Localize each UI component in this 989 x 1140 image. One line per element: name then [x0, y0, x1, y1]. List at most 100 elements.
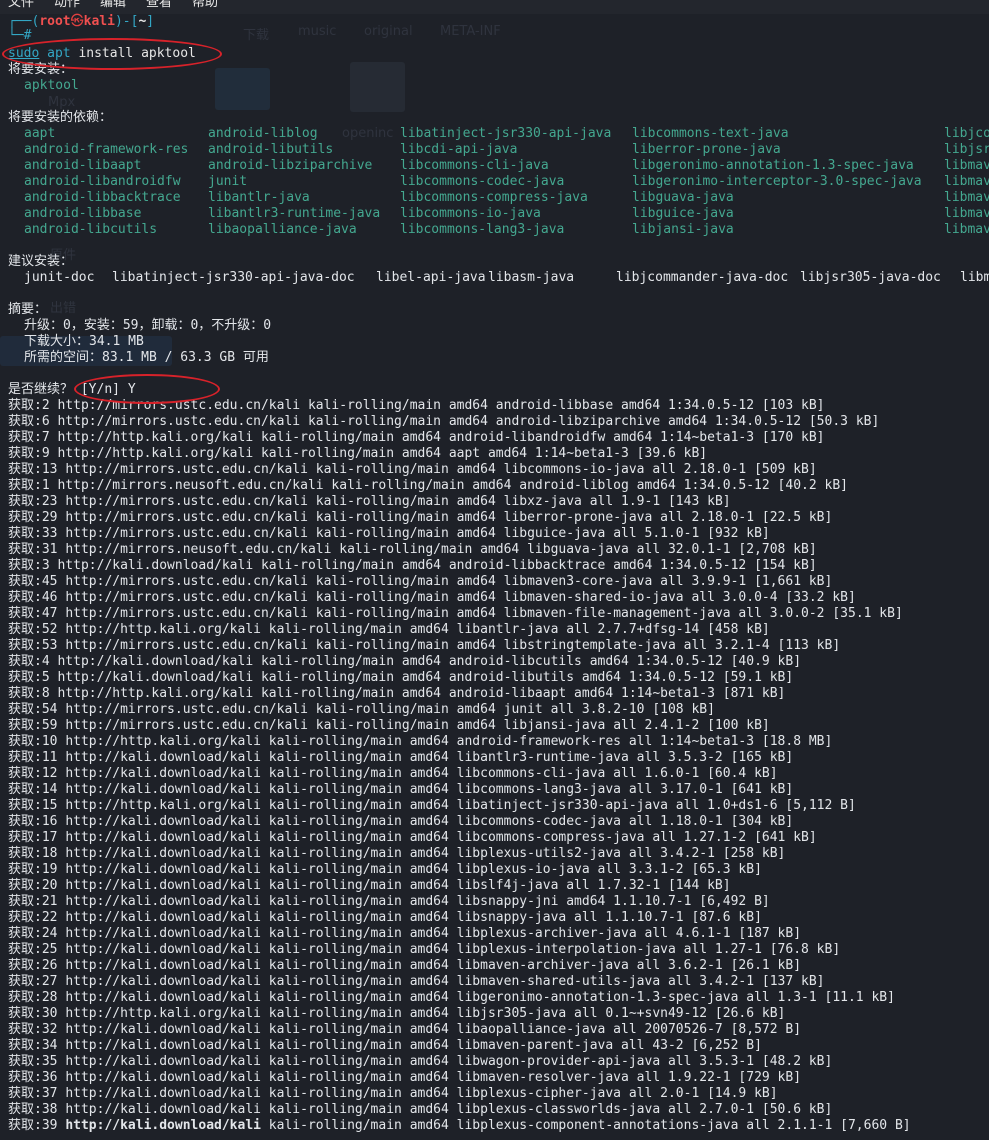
- fetch-url: http://mirrors.ustc.edu.cn/kali: [65, 606, 308, 621]
- fetch-index: 26: [41, 958, 58, 973]
- fetch-details: kali-rolling/main amd64 libjsr305-java a…: [260, 1006, 786, 1021]
- fetch-label: 获取:: [8, 942, 42, 957]
- fetch-line: 获取:11 http://kali.download/kali kali-rol…: [8, 750, 793, 766]
- fetch-details: kali-rolling/main amd64 libmaven-shared-…: [307, 590, 856, 605]
- fetch-url: http://kali.download/kali: [65, 1086, 261, 1101]
- fetch-label: 获取:: [8, 670, 42, 685]
- fetch-index: 23: [41, 494, 58, 509]
- dependency-package: libcommons-text-java: [632, 126, 789, 141]
- fetch-label: 获取:: [8, 1118, 42, 1133]
- fetch-url: http://mirrors.ustc.edu.cn/kali: [65, 526, 308, 541]
- fetch-index: 27: [41, 974, 58, 989]
- fetch-line: 获取:23 http://mirrors.ustc.edu.cn/kali ka…: [8, 494, 731, 510]
- fetch-label: 获取:: [8, 462, 42, 477]
- fetch-line: 获取:47 http://mirrors.ustc.edu.cn/kali ka…: [8, 606, 903, 622]
- fetch-label: 获取:: [8, 990, 42, 1005]
- fetch-label: 获取:: [8, 446, 42, 461]
- fetch-label: 获取:: [8, 686, 42, 701]
- fetch-label: 获取:: [8, 974, 42, 989]
- fetch-url: http://mirrors.ustc.edu.cn/kali: [65, 638, 308, 653]
- fetch-url: http://kali.download/kali: [65, 1038, 261, 1053]
- fetch-url: http://kali.download/kali: [65, 926, 261, 941]
- fetch-line: 获取:38 http://kali.download/kali kali-rol…: [8, 1102, 832, 1118]
- fetch-details: kali-rolling/main amd64 libmaven-archive…: [260, 958, 802, 973]
- fetch-details: kali-rolling/main amd64 android-liblog a…: [323, 478, 848, 493]
- dependency-package: aapt: [24, 126, 56, 141]
- dependency-package: android-framework-res: [24, 142, 189, 157]
- fetch-details: kali-rolling/main amd64 libslf4j-java al…: [260, 878, 731, 893]
- fetch-details: kali-rolling/main amd64 android-libutils…: [253, 670, 794, 685]
- fetch-line: 获取:26 http://kali.download/kali kali-rol…: [8, 958, 801, 974]
- fetch-details: kali-rolling/main amd64 libgeronimo-anno…: [260, 990, 895, 1005]
- dependency-package: libjsr: [944, 142, 989, 157]
- fetch-details: kali-rolling/main amd64 libplexus-cipher…: [260, 1086, 778, 1101]
- dependency-package: libcdi-api-java: [400, 142, 518, 157]
- fetch-line: 获取:28 http://kali.download/kali kali-rol…: [8, 990, 895, 1006]
- suggested-package: libm: [960, 270, 989, 285]
- dependency-package: libguava-java: [632, 190, 734, 205]
- suggested-package: libasm-java: [488, 270, 575, 285]
- fetch-details: kali-rolling/main amd64 libmaven-shared-…: [260, 974, 825, 989]
- fetch-index: 10: [41, 734, 58, 749]
- fetch-line: 获取:35 http://kali.download/kali kali-rol…: [8, 1054, 832, 1070]
- fetch-label: 获取:: [8, 1006, 42, 1021]
- fetch-details: kali-rolling/main amd64 android-libaapt …: [253, 686, 786, 701]
- fetch-details: kali-rolling/main amd64 android-framewor…: [260, 734, 833, 749]
- suggested-package: junit-doc: [24, 270, 95, 285]
- fetch-index: 22: [41, 910, 58, 925]
- fetch-index: 15: [41, 798, 58, 813]
- fetch-label: 获取:: [8, 718, 42, 733]
- fetch-url: http://mirrors.ustc.edu.cn/kali: [65, 590, 308, 605]
- fetch-url: http://kali.download/kali: [65, 1054, 261, 1069]
- fetch-line: 获取:59 http://mirrors.ustc.edu.cn/kali ka…: [8, 718, 770, 734]
- fetch-index: 3: [41, 558, 50, 573]
- fetch-url: http://kali.download/kali: [65, 1118, 261, 1133]
- fetch-index: 45: [41, 574, 58, 589]
- fetch-line: 获取:25 http://kali.download/kali kali-rol…: [8, 942, 840, 958]
- fetch-label: 获取:: [8, 750, 42, 765]
- fetch-details: kali-rolling/main amd64 libplexus-io-jav…: [260, 862, 762, 877]
- fetch-url: http://http.kali.org/kali: [57, 430, 254, 445]
- fetch-url: http://mirrors.ustc.edu.cn/kali: [65, 702, 308, 717]
- fetch-label: 获取:: [8, 1054, 42, 1069]
- fetch-line: 获取:29 http://mirrors.ustc.edu.cn/kali ka…: [8, 510, 832, 526]
- fetch-line: 获取:9 http://http.kali.org/kali kali-roll…: [8, 446, 707, 462]
- fetch-line: 获取:18 http://kali.download/kali kali-rol…: [8, 846, 785, 862]
- fetch-details: kali-rolling/main amd64 android-libandro…: [253, 430, 825, 445]
- fetch-url: http://mirrors.ustc.edu.cn/kali: [57, 414, 301, 429]
- fetch-line: 获取:1 http://mirrors.neusoft.edu.cn/kali …: [8, 478, 848, 494]
- fetch-label: 获取:: [8, 926, 42, 941]
- fetch-index: 17: [41, 830, 58, 845]
- fetch-url: http://http.kali.org/kali: [65, 798, 261, 813]
- fetch-line: 获取:32 http://kali.download/kali kali-rol…: [8, 1022, 801, 1038]
- suggested-package: libel-api-java: [376, 270, 486, 285]
- fetch-details: kali-rolling/main amd64 libplexus-archiv…: [260, 926, 802, 941]
- fetch-details: kali-rolling/main amd64 libcommons-lang3…: [260, 782, 794, 797]
- dependency-package: libguice-java: [632, 206, 734, 221]
- fetch-details: kali-rolling/main amd64 libaopalliance-j…: [260, 1022, 802, 1037]
- fetch-url: http://kali.download/kali: [65, 942, 261, 957]
- fetch-index: 39: [41, 1118, 58, 1133]
- fetch-label: 获取:: [8, 606, 42, 621]
- fetch-line: 获取:45 http://mirrors.ustc.edu.cn/kali ka…: [8, 574, 832, 590]
- fetch-index: 12: [41, 766, 58, 781]
- fetch-index: 8: [41, 686, 50, 701]
- dependency-package: android-libutils: [208, 142, 334, 157]
- fetch-line: 获取:15 http://http.kali.org/kali kali-rol…: [8, 798, 856, 814]
- fetch-details: kali-rolling/main amd64 libxz-java all 1…: [307, 494, 731, 509]
- suggest-header: 建议安装：: [8, 254, 74, 269]
- fetch-label: 获取:: [8, 510, 42, 525]
- fetch-url: http://kali.download/kali: [57, 654, 254, 669]
- fetch-line: 获取:54 http://mirrors.ustc.edu.cn/kali ka…: [8, 702, 715, 718]
- dependency-package: libantlr-java: [208, 190, 310, 205]
- fetch-url: http://mirrors.neusoft.edu.cn/kali: [57, 478, 324, 493]
- fetch-url: http://kali.download/kali: [65, 894, 261, 909]
- summary-download-size: 下载大小：34.1 MB: [24, 334, 144, 349]
- dependency-package: libgeronimo-interceptor-3.0-spec-java: [632, 174, 922, 189]
- fetch-url: http://kali.download/kali: [65, 830, 261, 845]
- fetch-url: http://mirrors.ustc.edu.cn/kali: [65, 494, 308, 509]
- dependency-package: libgeronimo-annotation-1.3-spec-java: [632, 158, 914, 173]
- terminal[interactable]: ┌──(root㉿kali)-[~] └─# sudo apt install …: [8, 0, 989, 1140]
- fetch-label: 获取:: [8, 734, 42, 749]
- fetch-line: 获取:8 http://http.kali.org/kali kali-roll…: [8, 686, 785, 702]
